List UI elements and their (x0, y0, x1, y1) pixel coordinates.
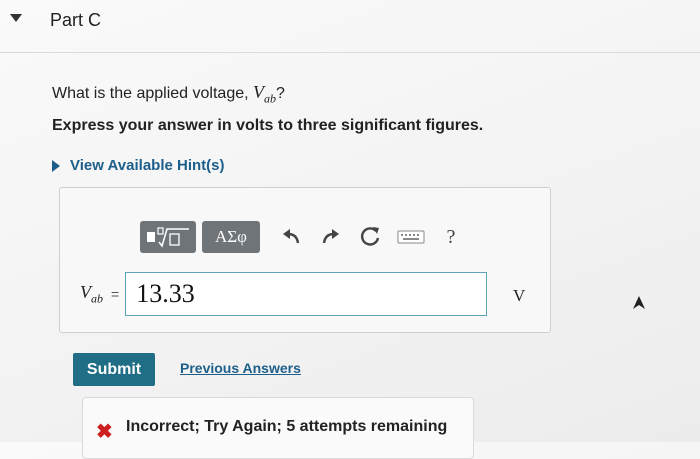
answer-row: Vab = (80, 272, 488, 316)
answer-input[interactable] (125, 272, 488, 316)
part-title: Part C (50, 10, 102, 30)
answer-instruction: Express your answer in volts to three si… (52, 117, 484, 134)
keyboard-button[interactable] (396, 229, 426, 245)
keyboard-icon (397, 230, 425, 244)
previous-answers-link[interactable]: Previous Answers (180, 360, 301, 376)
unit-label: V (513, 286, 526, 305)
question-suffix: ? (276, 85, 285, 102)
redo-button[interactable] (316, 229, 346, 245)
redo-icon (322, 229, 339, 244)
answer-variable-label: Vab (80, 281, 103, 306)
undo-button[interactable] (276, 229, 306, 245)
view-hints-label: View Available Hint(s) (70, 157, 225, 174)
undo-icon (283, 229, 300, 244)
templates-button[interactable] (140, 221, 196, 253)
submit-button[interactable]: Submit (73, 353, 155, 386)
feedback-message: Incorrect; Try Again; 5 attempts remaini… (126, 418, 448, 435)
reset-button[interactable] (356, 226, 386, 248)
question-variable: Vab (253, 82, 277, 106)
expand-triangle-icon (52, 159, 60, 172)
mouse-pointer-icon (633, 296, 645, 309)
equals-sign: = (111, 286, 120, 302)
templates-icon (147, 227, 189, 248)
question-text: What is the applied voltage, Vab? (52, 82, 285, 107)
divider (0, 52, 700, 53)
help-icon: ? (446, 225, 456, 248)
part-header[interactable]: Part C (0, 0, 700, 50)
collapse-caret-icon[interactable] (10, 14, 22, 22)
reset-icon (361, 227, 380, 246)
view-hints-link[interactable]: View Available Hint(s) (52, 157, 225, 174)
question-prefix: What is the applied voltage, (52, 85, 254, 102)
math-toolbar: ΑΣφ ? (140, 220, 466, 254)
incorrect-x-icon: ✖ (96, 421, 113, 443)
help-button[interactable]: ? (436, 226, 466, 249)
greek-symbols-button[interactable]: ΑΣφ (202, 221, 260, 253)
